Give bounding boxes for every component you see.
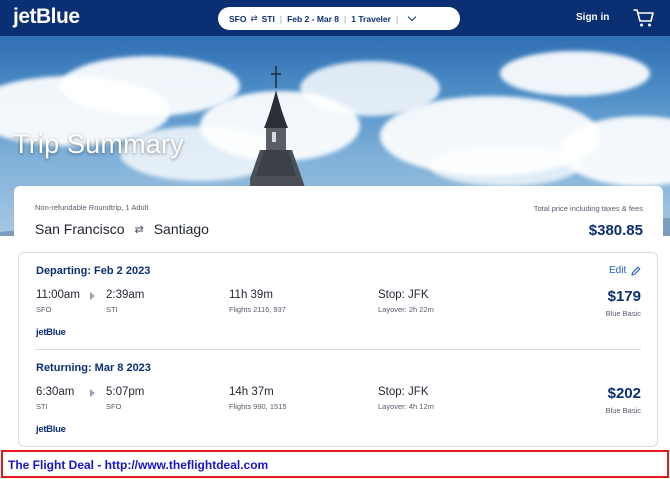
swap-arrows-icon: ⇄ xyxy=(250,13,258,23)
arrive-time: 2:39am xyxy=(106,289,145,301)
leg-title: Returning: Mar 8 2023 xyxy=(36,362,151,374)
chevron-down-icon[interactable] xyxy=(407,12,417,21)
arrive-code: SFO xyxy=(106,402,122,411)
trip-search-pill[interactable]: SFO ⇄ STI | Feb 2 - Mar 8 | 1 Traveler | xyxy=(218,7,460,30)
summary-header: Non-refundable Roundtrip, 1 Adult San Fr… xyxy=(14,186,663,246)
arrive-code: STI xyxy=(106,305,118,314)
sign-in-link[interactable]: Sign in xyxy=(576,12,609,23)
flight-legs-container: Departing: Feb 2 2023 Edit 11:00am SFO 2… xyxy=(18,252,658,447)
flight-duration: 14h 37m xyxy=(229,386,274,398)
total-price-label: Total price including taxes & fees xyxy=(533,204,643,213)
pill-divider: | xyxy=(279,13,283,24)
trip-type-text: Non-refundable Roundtrip, 1 Adult xyxy=(35,203,149,212)
edit-button[interactable]: Edit xyxy=(609,265,641,276)
page-title: Trip Summary xyxy=(13,129,184,159)
returning-leg: Returning: Mar 8 2023 6:30am STI 5:07pm … xyxy=(19,350,657,447)
trip-summary-card: Non-refundable Roundtrip, 1 Adult San Fr… xyxy=(14,186,663,448)
depart-time: 6:30am xyxy=(36,386,75,398)
route-cities: San Francisco ⇄ Santiago xyxy=(35,221,209,237)
leg-price: $179 xyxy=(607,288,641,305)
fare-type: Blue Basic xyxy=(605,406,641,415)
stop-info: Stop: JFK xyxy=(378,386,429,398)
origin-city: San Francisco xyxy=(35,221,125,237)
layover-info: Layover: 2h 22m xyxy=(378,305,434,314)
fare-type: Blue Basic xyxy=(605,309,641,318)
leg-title: Departing: Feb 2 2023 xyxy=(36,265,151,277)
total-price: $380.85 xyxy=(588,222,643,239)
depart-code: SFO xyxy=(36,305,52,314)
top-nav-bar: jetBlue SFO ⇄ STI | Feb 2 - Mar 8 | 1 Tr… xyxy=(0,0,670,36)
play-arrow-icon xyxy=(90,292,95,300)
banner-text: The Flight Deal - http://www.theflightde… xyxy=(8,458,269,472)
swap-arrows-icon: ⇄ xyxy=(134,223,144,236)
jetblue-logo[interactable]: jetBlue xyxy=(13,5,80,29)
pencil-icon xyxy=(631,266,641,276)
edit-label: Edit xyxy=(609,265,627,276)
flight-numbers: Flights 990, 1515 xyxy=(229,402,287,411)
search-travelers: 1 Traveler xyxy=(351,13,391,24)
destination-city: Santiago xyxy=(153,221,209,237)
depart-time: 11:00am xyxy=(36,289,80,301)
arrive-time: 5:07pm xyxy=(106,386,145,398)
carrier-logo: jetBlue xyxy=(36,424,66,435)
leg-price: $202 xyxy=(607,385,641,402)
search-origin: SFO xyxy=(229,13,247,24)
layover-info: Layover: 4h 12m xyxy=(378,402,434,411)
pill-divider: | xyxy=(344,13,347,24)
flight-duration: 11h 39m xyxy=(229,289,273,301)
search-destination: STI xyxy=(261,13,275,24)
trip-summary-page: jetBlue SFO ⇄ STI | Feb 2 - Mar 8 | 1 Tr… xyxy=(0,0,670,479)
flight-numbers: Flights 2116, 937 xyxy=(229,305,286,314)
departing-leg: Departing: Feb 2 2023 Edit 11:00am SFO 2… xyxy=(19,253,657,350)
shopping-cart-icon[interactable] xyxy=(633,8,655,28)
stop-info: Stop: JFK xyxy=(378,289,429,301)
play-arrow-icon xyxy=(90,389,95,397)
carrier-logo: jetBlue xyxy=(36,327,66,338)
flight-deal-banner: The Flight Deal - http://www.theflightde… xyxy=(1,450,669,478)
search-dates: Feb 2 - Mar 8 xyxy=(287,13,340,24)
depart-code: STI xyxy=(36,402,48,411)
pill-divider: | xyxy=(395,13,399,24)
